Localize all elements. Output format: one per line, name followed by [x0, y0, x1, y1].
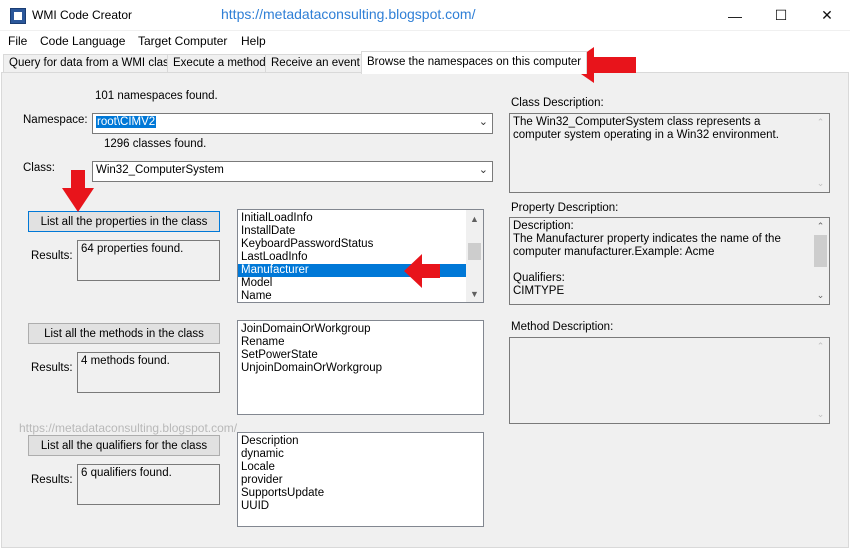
- list-item[interactable]: provider: [238, 474, 483, 487]
- close-button[interactable]: ✕: [804, 0, 850, 31]
- scroll-thumb[interactable]: [468, 243, 481, 260]
- menu-file[interactable]: File: [8, 34, 27, 48]
- tab-query[interactable]: Query for data from a WMI class: [3, 54, 181, 73]
- menu-help[interactable]: Help: [241, 34, 266, 48]
- class-label: Class:: [23, 162, 55, 174]
- list-methods-button[interactable]: List all the methods in the class: [28, 323, 220, 344]
- property-description-line2: The Manufacturer property indicates the …: [513, 233, 781, 258]
- list-item[interactable]: dynamic: [238, 448, 483, 461]
- list-item[interactable]: Rename: [238, 336, 483, 349]
- methods-results-label: Results:: [31, 362, 73, 374]
- app-icon: [10, 8, 26, 24]
- list-item[interactable]: KeyboardPasswordStatus: [238, 238, 483, 251]
- property-description-line3: Qualifiers:: [513, 272, 565, 284]
- qualifiers-results: 6 qualifiers found.: [77, 464, 220, 505]
- list-properties-button[interactable]: List all the properties in the class: [28, 211, 220, 232]
- arrow-left-icon: [404, 254, 440, 288]
- list-item[interactable]: UUID: [238, 500, 483, 513]
- maximize-button[interactable]: ☐: [758, 0, 804, 31]
- tab-strip: Query for data from a WMI class Execute …: [0, 51, 850, 74]
- qualifiers-results-label: Results:: [31, 474, 73, 486]
- namespace-count: 101 namespaces found.: [95, 90, 218, 102]
- tab-receive-event[interactable]: Receive an event: [265, 54, 366, 73]
- watermark-top: https://metadataconsulting.blogspot.com/: [221, 6, 476, 22]
- class-description-label: Class Description:: [511, 97, 604, 109]
- list-item[interactable]: Model: [238, 277, 483, 290]
- list-item[interactable]: UnjoinDomainOrWorkgroup: [238, 362, 483, 375]
- list-item[interactable]: InstallDate: [238, 225, 483, 238]
- list-item[interactable]: JoinDomainOrWorkgroup: [238, 323, 483, 336]
- menu-target-computer[interactable]: Target Computer: [138, 34, 227, 48]
- namespace-value: root\CIMV2: [96, 116, 157, 128]
- tab-browse-namespaces[interactable]: Browse the namespaces on this computer: [361, 51, 588, 74]
- scroll-down-icon[interactable]: ⌄: [812, 287, 829, 304]
- method-description-box: ⌃ ⌄: [509, 337, 830, 424]
- class-dropdown[interactable]: Win32_ComputerSystem ⌄: [92, 161, 493, 182]
- methods-list[interactable]: JoinDomainOrWorkgroup Rename SetPowerSta…: [237, 320, 484, 415]
- properties-results-label: Results:: [31, 250, 73, 262]
- property-description-line4: CIMTYPE: [513, 285, 565, 297]
- list-item[interactable]: Locale: [238, 461, 483, 474]
- window-title: WMI Code Creator: [32, 8, 133, 22]
- list-item[interactable]: SetPowerState: [238, 349, 483, 362]
- chevron-down-icon: ⌄: [478, 164, 488, 176]
- list-qualifiers-button[interactable]: List all the qualifiers for the class: [28, 435, 220, 456]
- method-description-label: Method Description:: [511, 321, 614, 333]
- property-description-line1: Description:: [513, 220, 574, 232]
- chevron-down-icon: ⌄: [478, 116, 488, 128]
- menu-code-language[interactable]: Code Language: [40, 34, 125, 48]
- property-description-box: Description: The Manufacturer property i…: [509, 217, 830, 305]
- methods-results: 4 methods found.: [77, 352, 220, 393]
- minimize-button[interactable]: —: [712, 0, 758, 31]
- scroll-up-icon: ⌃: [816, 341, 825, 351]
- title-bar: WMI Code Creator https://metadataconsult…: [0, 0, 850, 31]
- list-item[interactable]: Description: [238, 435, 483, 448]
- property-description-label: Property Description:: [511, 202, 619, 214]
- menu-bar: File Code Language Target Computer Help: [0, 31, 850, 51]
- namespace-dropdown[interactable]: root\CIMV2 ⌄: [92, 113, 493, 134]
- class-value: Win32_ComputerSystem: [96, 164, 224, 176]
- watermark-left: https://metadataconsulting.blogspot.com/: [19, 421, 238, 435]
- list-item[interactable]: Name: [238, 290, 483, 302]
- scroll-thumb[interactable]: [814, 235, 827, 267]
- list-item[interactable]: SupportsUpdate: [238, 487, 483, 500]
- class-description-text: The Win32_ComputerSystem class represent…: [513, 116, 779, 141]
- classes-count: 1296 classes found.: [104, 138, 207, 150]
- tab-execute-method[interactable]: Execute a method: [167, 54, 272, 73]
- arrow-down-icon: [62, 170, 94, 212]
- properties-list[interactable]: InitialLoadInfo InstallDate KeyboardPass…: [237, 209, 484, 303]
- method-description-scrollbar: ⌃ ⌄: [812, 338, 829, 423]
- list-item[interactable]: LastLoadInfo: [238, 251, 483, 264]
- scroll-up-icon[interactable]: ⌃: [812, 218, 829, 235]
- property-description-scrollbar[interactable]: ⌃ ⌄: [812, 218, 829, 304]
- scroll-up-icon[interactable]: ▲: [466, 210, 483, 227]
- scroll-up-icon: ⌃: [816, 117, 825, 127]
- qualifiers-list[interactable]: Description dynamic Locale provider Supp…: [237, 432, 484, 527]
- class-description-box: The Win32_ComputerSystem class represent…: [509, 113, 830, 193]
- properties-scrollbar[interactable]: ▲ ▼: [466, 210, 483, 302]
- list-item[interactable]: InitialLoadInfo: [238, 212, 483, 225]
- properties-results: 64 properties found.: [77, 240, 220, 281]
- scroll-down-icon[interactable]: ▼: [466, 285, 483, 302]
- class-description-scrollbar: ⌃ ⌄: [812, 114, 829, 192]
- scroll-down-icon: ⌄: [816, 178, 825, 188]
- namespace-label: Namespace:: [23, 114, 88, 126]
- scroll-down-icon: ⌄: [816, 409, 825, 419]
